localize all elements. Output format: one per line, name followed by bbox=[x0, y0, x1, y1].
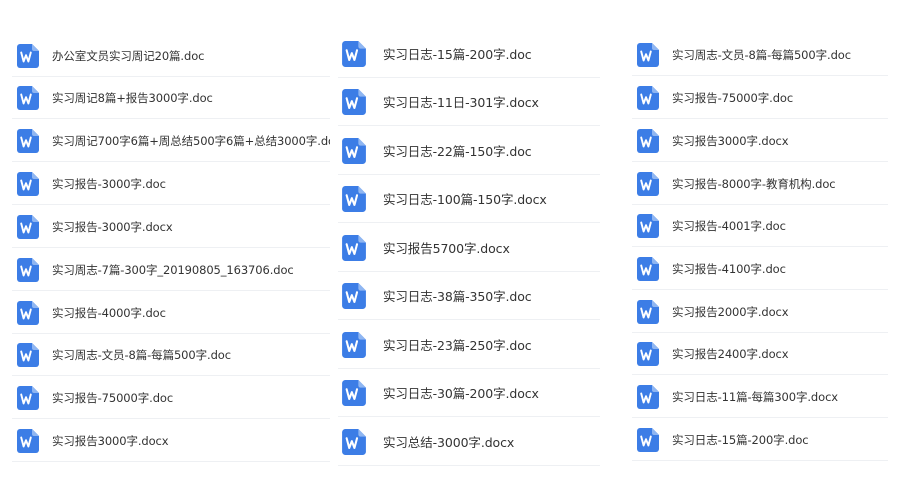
word-doc-icon bbox=[17, 428, 39, 453]
file-item[interactable]: 实习周志-7篇-300字_20190805_163706.doc bbox=[12, 249, 330, 291]
file-name: 实习报告-75000字.doc bbox=[672, 90, 794, 105]
file-item[interactable]: 实习日志-100篇-150字.docx bbox=[338, 175, 600, 223]
file-name: 办公室文员实习周记20篇.doc bbox=[52, 48, 205, 63]
word-doc-icon bbox=[637, 299, 659, 324]
file-name: 实习报告-3000字.doc bbox=[52, 176, 166, 191]
file-name: 实习日志-38篇-350字.doc bbox=[383, 289, 532, 304]
word-doc-icon bbox=[17, 171, 39, 196]
word-doc-icon bbox=[17, 214, 39, 239]
word-doc-icon bbox=[637, 256, 659, 281]
file-name: 实习日志-15篇-200字.doc bbox=[383, 47, 532, 62]
file-name: 实习周志-7篇-300字_20190805_163706.doc bbox=[52, 262, 294, 277]
file-item[interactable]: 实习周记700字6篇+周总结500字6篇+总结3000字.doc bbox=[12, 120, 330, 162]
file-name: 实习总结-3000字.docx bbox=[383, 435, 515, 450]
file-name: 实习报告3000字.docx bbox=[672, 133, 789, 148]
word-doc-icon bbox=[342, 88, 366, 115]
file-name: 实习日志-23篇-250字.doc bbox=[383, 338, 532, 353]
file-item[interactable]: 实习日志-11篇-每篇300字.docx bbox=[632, 376, 888, 418]
file-item[interactable]: 实习报告3000字.docx bbox=[632, 120, 888, 162]
file-name: 实习报告-4001字.doc bbox=[672, 218, 786, 233]
file-name: 实习周志-文员-8篇-每篇500字.doc bbox=[672, 47, 851, 62]
word-doc-icon bbox=[342, 185, 366, 212]
file-item[interactable]: 实习报告3000字.docx bbox=[12, 420, 330, 462]
file-name: 实习日志-22篇-150字.doc bbox=[383, 144, 532, 159]
file-name: 实习周记8篇+报告3000字.doc bbox=[52, 90, 213, 105]
file-item[interactable]: 实习报告-4000字.doc bbox=[12, 292, 330, 334]
file-name: 实习报告2000字.docx bbox=[672, 304, 789, 319]
file-name: 实习日志-15篇-200字.doc bbox=[672, 432, 809, 447]
word-doc-icon bbox=[17, 128, 39, 153]
file-item[interactable]: 实习报告-3000字.docx bbox=[12, 206, 330, 248]
word-doc-icon bbox=[342, 428, 366, 455]
word-doc-icon bbox=[342, 137, 366, 164]
file-item[interactable]: 实习日志-30篇-200字.docx bbox=[338, 369, 600, 417]
file-item[interactable]: 实习报告-4100字.doc bbox=[632, 248, 888, 290]
file-name: 实习日志-11篇-每篇300字.docx bbox=[672, 389, 839, 404]
word-doc-icon bbox=[637, 341, 659, 366]
word-doc-icon bbox=[17, 257, 39, 282]
file-name: 实习日志-30篇-200字.docx bbox=[383, 386, 539, 401]
word-doc-icon bbox=[17, 342, 39, 367]
word-doc-icon bbox=[637, 384, 659, 409]
word-doc-icon bbox=[637, 171, 659, 196]
file-name: 实习周记700字6篇+周总结500字6篇+总结3000字.doc bbox=[52, 133, 330, 148]
file-item[interactable]: 实习日志-15篇-200字.doc bbox=[632, 419, 888, 461]
file-item[interactable]: 办公室文员实习周记20篇.doc bbox=[12, 35, 330, 77]
file-name: 实习报告5700字.docx bbox=[383, 241, 510, 256]
word-doc-icon bbox=[342, 40, 366, 67]
word-doc-icon bbox=[637, 42, 659, 67]
word-doc-icon bbox=[342, 331, 366, 358]
file-list-page: 办公室文员实习周记20篇.doc 实习周记8篇+报告3000字.doc 实习周记70… bbox=[0, 0, 900, 500]
word-doc-icon bbox=[637, 128, 659, 153]
file-name: 实习日志-11日-301字.docx bbox=[383, 95, 539, 110]
file-name: 实习周志-文员-8篇-每篇500字.doc bbox=[52, 347, 231, 362]
word-doc-icon bbox=[637, 213, 659, 238]
file-item[interactable]: 实习报告-75000字.doc bbox=[12, 377, 330, 419]
word-doc-icon bbox=[342, 234, 366, 261]
file-item[interactable]: 实习报告-3000字.doc bbox=[12, 163, 330, 205]
file-item[interactable]: 实习日志-23篇-250字.doc bbox=[338, 321, 600, 369]
word-doc-icon bbox=[637, 85, 659, 110]
file-name: 实习报告-8000字-教育机构.doc bbox=[672, 176, 836, 191]
file-item[interactable]: 实习报告-4001字.doc bbox=[632, 205, 888, 247]
file-item[interactable]: 实习报告2400字.docx bbox=[632, 333, 888, 375]
word-doc-icon bbox=[17, 43, 39, 68]
file-item[interactable]: 实习日志-38篇-350字.doc bbox=[338, 272, 600, 320]
word-doc-icon bbox=[342, 282, 366, 309]
word-doc-icon bbox=[17, 385, 39, 410]
file-item[interactable]: 实习周记8篇+报告3000字.doc bbox=[12, 77, 330, 119]
file-item[interactable]: 实习日志-22篇-150字.doc bbox=[338, 127, 600, 175]
file-item[interactable]: 实习报告-8000字-教育机构.doc bbox=[632, 163, 888, 205]
file-name: 实习日志-100篇-150字.docx bbox=[383, 192, 547, 207]
file-name: 实习报告-4100字.doc bbox=[672, 261, 786, 276]
file-name: 实习报告-3000字.docx bbox=[52, 219, 173, 234]
word-doc-icon bbox=[342, 379, 366, 406]
word-doc-icon bbox=[637, 427, 659, 452]
file-item[interactable]: 实习报告5700字.docx bbox=[338, 224, 600, 272]
file-name: 实习报告-4000字.doc bbox=[52, 305, 166, 320]
file-item[interactable]: 实习日志-11日-301字.docx bbox=[338, 78, 600, 126]
file-item[interactable]: 实习总结-3000字.docx bbox=[338, 418, 600, 466]
file-item[interactable]: 实习报告2000字.docx bbox=[632, 291, 888, 333]
file-name: 实习报告2400字.docx bbox=[672, 346, 789, 361]
word-doc-icon bbox=[17, 300, 39, 325]
file-name: 实习报告3000字.docx bbox=[52, 433, 169, 448]
file-name: 实习报告-75000字.doc bbox=[52, 390, 174, 405]
word-doc-icon bbox=[17, 85, 39, 110]
file-item[interactable]: 实习周志-文员-8篇-每篇500字.doc bbox=[12, 334, 330, 376]
file-item[interactable]: 实习日志-15篇-200字.doc bbox=[338, 30, 600, 78]
file-item[interactable]: 实习报告-75000字.doc bbox=[632, 77, 888, 119]
file-item[interactable]: 实习周志-文员-8篇-每篇500字.doc bbox=[632, 34, 888, 76]
